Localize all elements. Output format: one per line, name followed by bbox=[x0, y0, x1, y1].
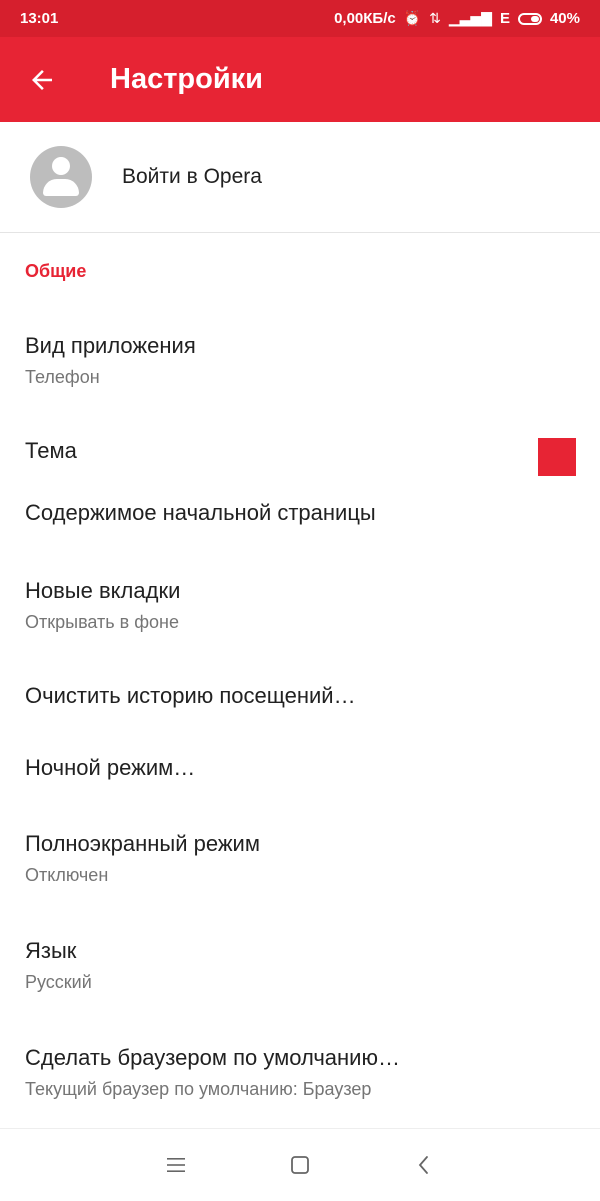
setting-title: Ночной режим… bbox=[25, 755, 196, 780]
arrow-back-icon bbox=[32, 69, 52, 90]
setting-title: Очистить историю посещений… bbox=[25, 683, 356, 708]
theme-color-swatch bbox=[538, 438, 576, 476]
setting-title: Сделать браузером по умолчанию… bbox=[25, 1045, 400, 1070]
battery-percent: 40% bbox=[549, 10, 580, 27]
status-indicators: 0,00КБ/с ⏰ ⇅ ▁▃▅▇ E 40% bbox=[334, 10, 580, 27]
page-title: Настройки bbox=[110, 63, 264, 95]
status-time: 13:01 bbox=[20, 10, 59, 27]
setting-app-view[interactable]: Вид приложения Телефон bbox=[0, 333, 600, 388]
battery-fill bbox=[530, 15, 539, 22]
setting-subtitle: Текущий браузер по умолчанию: Браузер bbox=[25, 1079, 372, 1099]
battery-icon bbox=[517, 12, 542, 25]
alarm-icon: ⏰ bbox=[403, 10, 422, 26]
status-bar: 13:01 0,00КБ/с ⏰ ⇅ ▁▃▅▇ E 40% bbox=[0, 0, 600, 37]
home-square-icon bbox=[291, 1155, 309, 1174]
setting-default-browser[interactable]: Сделать браузером по умолчанию… Текущий … bbox=[0, 1045, 600, 1100]
setting-subtitle: Русский bbox=[25, 972, 92, 992]
back-button[interactable] bbox=[0, 37, 84, 122]
account-label: Войти в Opera bbox=[122, 165, 262, 188]
signal-icon: ▁▃▅▇ bbox=[448, 10, 492, 26]
account-avatar-icon bbox=[30, 146, 92, 208]
menu-icon bbox=[167, 1157, 185, 1172]
network-speed: 0,00КБ/с bbox=[334, 10, 396, 27]
home-button[interactable] bbox=[238, 1129, 362, 1201]
setting-night-mode[interactable]: Ночной режим… bbox=[0, 755, 600, 781]
app-bar: Настройки bbox=[0, 37, 600, 122]
setting-title: Язык bbox=[25, 938, 77, 963]
setting-subtitle: Отключен bbox=[25, 865, 109, 885]
setting-subtitle: Телефон bbox=[25, 367, 100, 387]
setting-title: Тема bbox=[25, 438, 77, 463]
setting-language[interactable]: Язык Русский bbox=[0, 938, 600, 993]
network-type: E bbox=[499, 10, 510, 27]
setting-start-page-content[interactable]: Содержимое начальной страницы bbox=[0, 500, 600, 526]
setting-title: Полноэкранный режим bbox=[25, 831, 260, 856]
setting-new-tabs[interactable]: Новые вкладки Открывать в фоне bbox=[0, 578, 600, 633]
section-header-general: Общие bbox=[25, 260, 87, 281]
setting-theme[interactable]: Тема bbox=[0, 438, 600, 480]
system-back-button[interactable] bbox=[362, 1129, 486, 1201]
setting-title: Новые вкладки bbox=[25, 578, 181, 603]
setting-title: Вид приложения bbox=[25, 333, 196, 358]
data-transfer-icon: ⇅ bbox=[429, 10, 441, 26]
navigation-bar bbox=[0, 1128, 600, 1200]
setting-fullscreen-mode[interactable]: Полноэкранный режим Отключен bbox=[0, 831, 600, 886]
setting-title: Содержимое начальной страницы bbox=[25, 500, 376, 525]
back-chevron-icon bbox=[418, 1155, 428, 1174]
settings-content[interactable]: Войти в Opera Общие Вид приложения Телеф… bbox=[0, 122, 600, 1128]
menu-button[interactable] bbox=[114, 1129, 238, 1201]
account-row[interactable]: Войти в Opera bbox=[0, 122, 600, 233]
setting-clear-history[interactable]: Очистить историю посещений… bbox=[0, 683, 600, 709]
setting-subtitle: Открывать в фоне bbox=[25, 612, 180, 632]
